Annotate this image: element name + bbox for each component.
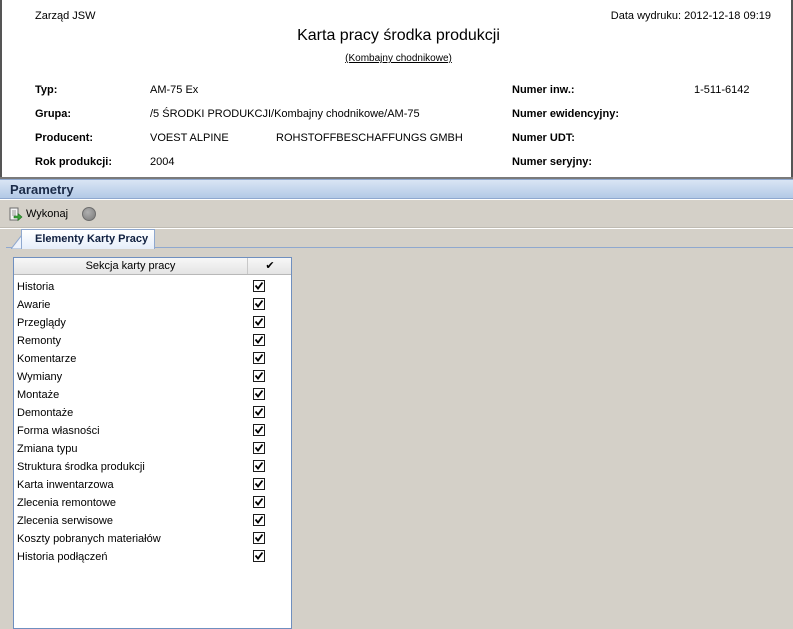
table-row[interactable]: Montaże	[14, 387, 291, 405]
toolbar: Wykonaj	[0, 200, 793, 228]
section-checkbox[interactable]	[253, 532, 265, 544]
column-header-check[interactable]: ✔	[249, 258, 291, 274]
report-title: Karta pracy środka produkcji	[297, 27, 500, 44]
table-row[interactable]: Wymiany	[14, 369, 291, 387]
producent-label: Producent:	[35, 132, 94, 144]
params-content: Elementy Karty Pracy Sekcja karty pracy …	[0, 229, 793, 629]
section-name: Zlecenia serwisowe	[17, 515, 113, 527]
section-name: Demontaże	[17, 407, 74, 419]
section-name: Zmiana typu	[17, 443, 78, 455]
numer-seryjny-label: Numer seryjny:	[512, 156, 593, 168]
section-name: Zlecenia remontowe	[17, 497, 117, 509]
section-name: Forma własności	[17, 425, 100, 437]
section-checkbox[interactable]	[253, 370, 265, 382]
numer-udt-label: Numer UDT:	[512, 132, 575, 144]
report-preview: Zarząd JSW Data wydruku: 2012-12-18 09:1…	[0, 0, 793, 177]
table-row[interactable]: Struktura środka produkcji	[14, 459, 291, 477]
numer-inw-label: Numer inw.:	[512, 84, 575, 96]
grid-rows: Historia Awarie Przeglądy Remonty Komentarze…	[14, 279, 291, 567]
section-checkbox[interactable]	[253, 460, 265, 472]
table-row[interactable]: Zlecenia serwisowe	[14, 513, 291, 531]
section-checkbox[interactable]	[253, 352, 265, 364]
run-button-label: Wykonaj	[26, 208, 69, 220]
tab-strip: Elementy Karty Pracy	[6, 229, 793, 249]
table-row[interactable]: Historia	[14, 279, 291, 297]
company-name: Zarząd JSW	[35, 10, 96, 22]
section-name: Struktura środka produkcji	[17, 461, 145, 473]
grid-header: Sekcja karty pracy ✔	[14, 258, 291, 275]
print-date: Data wydruku: 2012-12-18 09:19	[610, 10, 771, 22]
section-name: Przeglądy	[17, 317, 66, 329]
typ-value: AM-75 Ex	[150, 84, 199, 96]
rok-label: Rok produkcji:	[35, 156, 113, 168]
typ-label: Typ:	[35, 84, 58, 96]
section-name: Remonty	[17, 335, 62, 347]
section-name: Komentarze	[17, 353, 77, 365]
section-checkbox[interactable]	[253, 388, 265, 400]
section-checkbox[interactable]	[253, 280, 265, 292]
section-name: Montaże	[17, 389, 60, 401]
table-row[interactable]: Karta inwentarzowa	[14, 477, 291, 495]
tab-elementy-karty-pracy[interactable]: Elementy Karty Pracy	[21, 229, 156, 249]
grupa-value: /5 ŚRODKI PRODUKCJI/Kombajny chodnikowe/…	[150, 108, 420, 120]
section-checkbox[interactable]	[253, 334, 265, 346]
producent-value-1: VOEST ALPINE	[150, 132, 229, 144]
report-subtitle: (Kombajny chodnikowe)	[2, 53, 793, 64]
section-checkbox[interactable]	[253, 316, 265, 328]
section-checkbox[interactable]	[253, 478, 265, 490]
grupa-label: Grupa:	[35, 108, 72, 120]
table-row[interactable]: Historia podłączeń	[14, 549, 291, 567]
table-row[interactable]: Forma własności	[14, 423, 291, 441]
section-name: Historia podłączeń	[17, 551, 108, 563]
numer-inw-value: 1-511-6142	[694, 84, 750, 96]
table-row[interactable]: Komentarze	[14, 351, 291, 369]
column-header-section[interactable]: Sekcja karty pracy	[14, 258, 248, 274]
section-name: Koszty pobranych materiałów	[17, 533, 161, 545]
table-row[interactable]: Przeglądy	[14, 315, 291, 333]
section-checkbox[interactable]	[253, 424, 265, 436]
params-panel-header: Parametry	[0, 179, 793, 199]
producent-value-2: ROHSTOFFBESCHAFFUNGS GMBH	[276, 132, 463, 144]
run-arrow-icon	[9, 207, 23, 222]
section-name: Awarie	[17, 299, 51, 311]
table-row[interactable]: Demontaże	[14, 405, 291, 423]
sections-grid: Sekcja karty pracy ✔ Historia Awarie Przeg…	[13, 257, 292, 629]
run-button[interactable]: Wykonaj	[9, 205, 68, 223]
section-checkbox[interactable]	[253, 550, 265, 562]
table-row[interactable]: Remonty	[14, 333, 291, 351]
stop-circle-icon[interactable]	[82, 207, 96, 221]
table-row[interactable]: Zlecenia remontowe	[14, 495, 291, 513]
numer-ewidencyjny-label: Numer ewidencyjny:	[512, 108, 619, 120]
table-row[interactable]: Zmiana typu	[14, 441, 291, 459]
section-checkbox[interactable]	[253, 514, 265, 526]
section-name: Karta inwentarzowa	[17, 479, 114, 491]
report-subtitle-text: (Kombajny chodnikowe)	[345, 53, 452, 64]
section-checkbox[interactable]	[253, 442, 265, 454]
section-checkbox[interactable]	[253, 496, 265, 508]
table-row[interactable]: Awarie	[14, 297, 291, 315]
section-name: Historia	[17, 281, 55, 293]
rok-value: 2004	[150, 156, 175, 168]
section-checkbox[interactable]	[253, 406, 265, 418]
section-checkbox[interactable]	[253, 298, 265, 310]
table-row[interactable]: Koszty pobranych materiałów	[14, 531, 291, 549]
section-name: Wymiany	[17, 371, 63, 383]
